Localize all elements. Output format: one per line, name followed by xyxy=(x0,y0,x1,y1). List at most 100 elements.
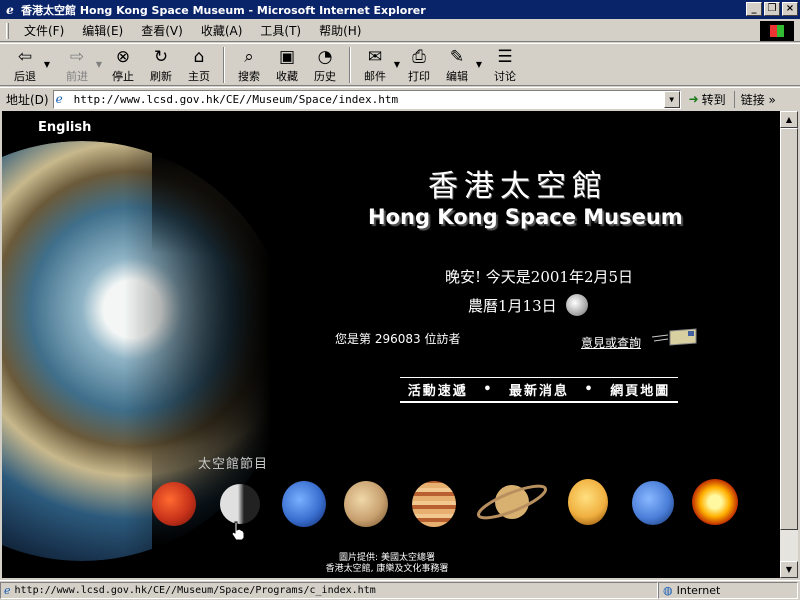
scroll-down-icon[interactable]: ▼ xyxy=(780,561,798,578)
status-url: http://www.lcsd.gov.hk/CE//Museum/Space/… xyxy=(14,585,376,596)
nav-sitemap[interactable]: 網頁地圖 xyxy=(610,380,670,399)
discuss-button[interactable]: ☰ 讨论 xyxy=(486,44,524,86)
planet-neptune[interactable] xyxy=(282,481,326,527)
toolbar-separator xyxy=(349,47,351,83)
standard-toolbar: ⇦ 后退 ▼ ⇨ 前进 ▼ ⊗ 停止 ↻ 刷新 ⌂ 主页 ⌕ 搜索 ▣ 收藏 ◔… xyxy=(0,43,800,86)
menu-edit[interactable]: 编辑(E) xyxy=(73,22,132,39)
close-button[interactable]: × xyxy=(782,2,798,16)
chevron-right-icon: » xyxy=(768,92,776,107)
forward-arrow-icon: ⇨ xyxy=(69,47,85,67)
moon-phase-icon xyxy=(566,294,588,316)
menu-file[interactable]: 文件(F) xyxy=(15,22,73,39)
address-dropdown-icon[interactable]: ▼ xyxy=(663,90,680,108)
minimize-button[interactable]: _ xyxy=(746,2,762,16)
title-bar: e 香港太空館 Hong Kong Space Museum - Microso… xyxy=(0,0,800,19)
stop-button[interactable]: ⊗ 停止 xyxy=(104,44,142,86)
greeting-date: 晚安! 今天是2001年2月5日 xyxy=(445,268,634,286)
menu-help[interactable]: 帮助(H) xyxy=(310,22,370,39)
hand-cursor-icon xyxy=(231,521,245,541)
planet-moon[interactable] xyxy=(220,484,260,524)
refresh-button[interactable]: ↻ 刷新 xyxy=(142,44,180,86)
print-button[interactable]: ⎙ 打印 xyxy=(400,44,438,86)
go-button[interactable]: ➜ 转到 xyxy=(689,91,726,108)
search-button[interactable]: ⌕ 搜索 xyxy=(230,44,268,86)
browser-window: e 香港太空館 Hong Kong Space Museum - Microso… xyxy=(0,0,800,600)
visitor-counter: 您是第 296083 位訪者 xyxy=(335,332,461,346)
credit-line-2: 香港太空館, 康樂及文化事務署 xyxy=(325,564,449,574)
status-url-cell: e http://www.lcsd.gov.hk/CE//Museum/Spac… xyxy=(0,582,658,599)
window-title: 香港太空館 Hong Kong Space Museum - Microsoft… xyxy=(21,3,426,17)
discuss-icon: ☰ xyxy=(497,47,513,67)
status-zone-cell: ◍ Internet xyxy=(658,582,798,599)
planet-mercury[interactable] xyxy=(344,481,388,527)
favorites-label: 收藏 xyxy=(276,70,298,83)
history-button[interactable]: ◔ 历史 xyxy=(306,44,344,86)
feedback-link[interactable]: 意見或查詢 xyxy=(581,334,641,351)
refresh-icon: ↻ xyxy=(153,47,169,67)
globe-icon: ◍ xyxy=(663,584,673,597)
favorites-button[interactable]: ▣ 收藏 xyxy=(268,44,306,86)
edit-page-icon: ✎ xyxy=(449,47,465,67)
image-credit: 圖片提供: 美國太空總署 香港太空館, 康樂及文化事務署 xyxy=(312,553,462,575)
address-bar: 地址(D) e http://www.lcsd.gov.hk/CE//Museu… xyxy=(0,87,800,110)
stop-icon: ⊗ xyxy=(115,47,131,67)
scroll-up-icon[interactable]: ▲ xyxy=(780,111,798,128)
status-bar: e http://www.lcsd.gov.hk/CE//Museum/Spac… xyxy=(0,580,800,600)
menu-favorites[interactable]: 收藏(A) xyxy=(192,22,252,39)
maximize-button[interactable]: ❐ xyxy=(764,2,780,16)
planet-venus[interactable] xyxy=(568,479,608,525)
planet-sun[interactable] xyxy=(692,479,738,525)
home-label: 主页 xyxy=(188,70,210,83)
forward-dropdown-icon[interactable]: ▼ xyxy=(96,60,102,69)
menu-tools[interactable]: 工具(T) xyxy=(251,22,310,39)
museum-title-chinese: 香港太空館 xyxy=(428,169,608,204)
address-label: 地址(D) xyxy=(6,92,49,107)
planet-uranus[interactable] xyxy=(632,481,674,525)
go-arrow-icon: ➜ xyxy=(688,92,699,106)
main-nav: 活動速遞 • 最新消息 • 網頁地圖 xyxy=(400,377,678,403)
nav-bullet: • xyxy=(483,382,494,397)
mail-button[interactable]: ✉ 邮件 ▼ xyxy=(356,44,400,86)
english-link[interactable]: English xyxy=(38,120,91,135)
links-label: 链接 xyxy=(740,92,765,107)
planet-jupiter[interactable] xyxy=(412,481,456,527)
stop-label: 停止 xyxy=(112,70,134,83)
back-label: 后退 xyxy=(14,70,36,83)
back-dropdown-icon[interactable]: ▼ xyxy=(44,60,50,69)
planet-mars-red[interactable] xyxy=(152,482,196,526)
favorites-folder-icon: ▣ xyxy=(278,47,296,67)
back-arrow-icon: ⇦ xyxy=(17,47,33,67)
address-url: http://www.lcsd.gov.hk/CE//Museum/Space/… xyxy=(73,92,399,106)
go-label: 转到 xyxy=(701,92,726,107)
menu-view[interactable]: 查看(V) xyxy=(132,22,192,39)
toolbar-separator xyxy=(223,47,225,83)
status-page-icon: e xyxy=(4,584,11,597)
flying-mail-icon[interactable] xyxy=(650,327,698,347)
lunar-date: 農曆1月13日 xyxy=(468,297,557,315)
page-icon: e xyxy=(55,92,63,106)
museum-title-english: Hong Kong Space Museum xyxy=(368,205,683,229)
menu-bar: 文件(F) 编辑(E) 查看(V) 收藏(A) 工具(T) 帮助(H) xyxy=(0,20,800,42)
back-button[interactable]: ⇦ 后退 ▼ xyxy=(6,44,50,86)
home-button[interactable]: ⌂ 主页 xyxy=(180,44,218,86)
status-zone: Internet xyxy=(676,584,721,597)
nav-bullet: • xyxy=(584,382,595,397)
address-input[interactable]: e http://www.lcsd.gov.hk/CE//Museum/Spac… xyxy=(52,89,681,109)
nav-news[interactable]: 最新消息 xyxy=(509,380,569,399)
links-button[interactable]: 链接 » xyxy=(733,90,776,108)
vertical-scrollbar[interactable]: ▲ ▼ xyxy=(780,111,798,578)
edit-label: 编辑 xyxy=(446,70,468,83)
print-label: 打印 xyxy=(408,70,430,83)
forward-button[interactable]: ⇨ 前进 ▼ xyxy=(58,44,102,86)
edit-dropdown-icon[interactable]: ▼ xyxy=(476,60,482,69)
history-label: 历史 xyxy=(314,70,336,83)
discuss-label: 讨论 xyxy=(494,70,516,83)
menu-grip xyxy=(6,22,9,39)
web-page: English 香港太空館 Hong Kong Space Museum 晚安!… xyxy=(2,111,780,578)
edit-button[interactable]: ✎ 编辑 ▼ xyxy=(438,44,482,86)
mail-label: 邮件 xyxy=(364,70,386,83)
ie-logo-icon: e xyxy=(6,2,14,17)
nav-events[interactable]: 活動速遞 xyxy=(408,380,468,399)
scroll-thumb[interactable] xyxy=(780,128,798,530)
planet-saturn[interactable] xyxy=(474,473,550,531)
